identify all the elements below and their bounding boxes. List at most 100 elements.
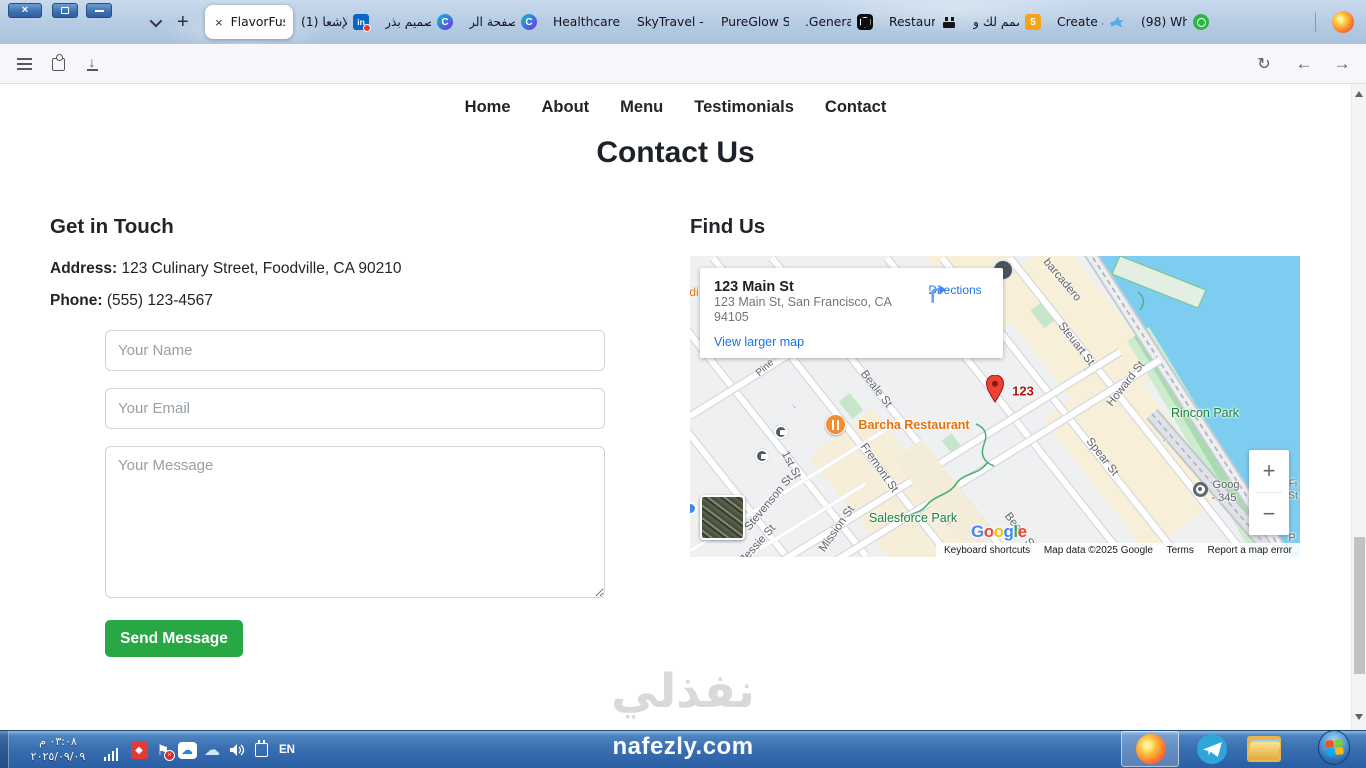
zoom-in-button[interactable]: + — [1249, 450, 1289, 492]
map-label: → — [1158, 432, 1174, 448]
tab-title: تصميم بذر — [385, 15, 431, 29]
map-label: Rincon Park — [1170, 406, 1240, 420]
browser-tab[interactable]: (98) Wha — [1133, 5, 1217, 39]
window-restore-button[interactable] — [52, 3, 78, 18]
map-embed[interactable]: barcadero Steuart St Howard St Rincon Park S… — [690, 256, 1300, 557]
browser-tab[interactable]: Healthcare C — [545, 5, 629, 39]
directions-fork-icon — [929, 284, 946, 303]
refresh-icon[interactable]: ↻ — [1252, 44, 1276, 84]
report-map-error-link[interactable]: Report a map error — [1208, 545, 1292, 556]
linkedin-favicon: in — [353, 14, 371, 32]
tab-strip-divider — [1315, 12, 1316, 32]
browser-tab[interactable]: .Generate — [797, 5, 881, 39]
name-input[interactable] — [105, 330, 605, 371]
terms-link[interactable]: Terms — [1167, 545, 1194, 556]
map-attribution-bar: Keyboard shortcuts Map data ©2025 Google… — [936, 543, 1300, 557]
map-card-address-line2: 94105 — [714, 310, 749, 324]
tab-title: Create a — [1057, 15, 1103, 29]
map-label: 123 — [1012, 383, 1034, 399]
map-label: di — [690, 285, 699, 299]
watermark-url: nafezly.com — [612, 733, 754, 760]
back-icon[interactable]: ← — [1292, 44, 1316, 84]
window-close-button[interactable]: × — [8, 3, 42, 18]
bird-favicon — [1109, 14, 1125, 30]
tab-title: FlavorFus — [230, 15, 285, 29]
khamsat-favicon: 5 — [1025, 14, 1041, 30]
poi-dot-icon[interactable] — [1193, 482, 1208, 497]
nav-contact[interactable]: Contact — [825, 98, 886, 117]
map-label: Howard St — [1104, 359, 1148, 409]
map-label: Barcha Restaurant — [858, 418, 970, 432]
browser-tab[interactable]: Restaura — [881, 5, 965, 39]
phone-label: Phone: — [50, 292, 103, 309]
nav-home[interactable]: Home — [465, 98, 511, 117]
site-nav: Home About Menu Testimonials Contact — [0, 98, 1351, 117]
phone-line: Phone: (555) 123-4567 — [50, 292, 213, 310]
directions-button[interactable]: Directions — [923, 280, 987, 303]
browser-tab[interactable]: PureGlow Ski — [713, 5, 797, 39]
get-in-touch-heading: Get in Touch — [50, 215, 174, 238]
page-scrollbar[interactable] — [1351, 84, 1366, 730]
browser-tab[interactable]: (1) الإشعا in — [293, 5, 377, 39]
browser-tab-active[interactable]: × FlavorFus — [205, 5, 293, 39]
map-label: Fi — [1288, 478, 1298, 490]
scrollbar-thumb[interactable] — [1354, 537, 1365, 674]
scroll-up-arrow[interactable] — [1355, 91, 1363, 97]
tab-list-chevron-icon[interactable] — [149, 14, 163, 27]
map-label: barcadero — [1040, 256, 1084, 304]
tab-title: أصمم لك و — [973, 15, 1019, 29]
transit-station-icon[interactable] — [755, 449, 769, 463]
nav-menu[interactable]: Menu — [620, 98, 663, 117]
map-label: Fremont St — [857, 441, 901, 495]
map-label: Steuart St — [1055, 320, 1097, 368]
tab-close-icon[interactable]: × — [213, 15, 225, 30]
keyboard-shortcuts-link[interactable]: Keyboard shortcuts — [944, 545, 1030, 556]
page-viewport: Home About Menu Testimonials Contact Con… — [0, 84, 1351, 730]
find-us-heading: Find Us — [690, 215, 766, 238]
map-label: Goog — [1212, 479, 1240, 491]
downloads-icon[interactable]: ↓ — [80, 44, 104, 84]
tab-title: SkyTravel - Ex — [637, 15, 705, 29]
menu-icon[interactable] — [12, 44, 36, 84]
extensions-icon[interactable] — [46, 44, 70, 84]
tab-strip: ×FlavorFus(1) الإشعاinتصميم بذرCالصفحة ا… — [205, 4, 1217, 40]
phone-value: (555) 123-4567 — [106, 292, 213, 309]
browser-tab[interactable]: أصمم لك و 5 — [965, 5, 1049, 39]
transit-station-icon[interactable] — [774, 425, 788, 439]
openai-favicon — [857, 14, 873, 30]
map-pin-icon[interactable] — [986, 375, 1004, 403]
nav-testimonials[interactable]: Testimonials — [694, 98, 794, 117]
browser-tab[interactable]: Create a — [1049, 5, 1133, 39]
message-textarea[interactable] — [105, 446, 605, 598]
browser-toolbar: ↓ ☆ file:///C:/Users/l221/Desktop/restau… — [0, 44, 1366, 124]
screen: × + ×FlavorFus(1) الإشعاinتصميم بذرCالصف… — [0, 0, 1366, 768]
forward-icon[interactable]: → — [1330, 44, 1354, 84]
tab-title: (1) الإشعا — [301, 15, 347, 29]
satellite-view-toggle[interactable] — [700, 495, 745, 540]
tab-title: PureGlow Ski — [721, 15, 789, 29]
send-message-button[interactable]: Send Message — [105, 620, 243, 657]
restaurant-poi-icon[interactable] — [825, 414, 846, 435]
view-larger-map-link[interactable]: View larger map — [714, 335, 804, 349]
canva-favicon: C — [437, 14, 453, 30]
watermark-arabic: نفذلي — [611, 664, 755, 719]
address-value: 123 Culinary Street, Foodville, CA 90210 — [121, 260, 402, 277]
window-minimize-button[interactable] — [86, 3, 112, 18]
firefox-logo-icon[interactable] — [1332, 11, 1354, 33]
browser-tab[interactable]: الصفحة الر C — [461, 5, 545, 39]
tab-title: .Generate — [805, 15, 851, 29]
google-logo[interactable]: Google — [971, 522, 1027, 542]
browser-tab-bar: × + ×FlavorFus(1) الإشعاinتصميم بذرCالصف… — [0, 0, 1366, 44]
zoom-out-button[interactable]: − — [1249, 493, 1289, 535]
new-tab-button[interactable]: + — [173, 12, 193, 32]
blackapp-favicon — [941, 14, 957, 30]
email-input[interactable] — [105, 388, 605, 429]
canva-favicon: C — [521, 14, 537, 30]
tab-title: Healthcare C — [553, 15, 621, 29]
tab-title: الصفحة الر — [469, 15, 515, 29]
browser-tab[interactable]: SkyTravel - Ex — [629, 5, 713, 39]
map-label: St — [1288, 490, 1298, 502]
map-label: Mission St — [816, 503, 858, 555]
nav-about[interactable]: About — [542, 98, 590, 117]
browser-tab[interactable]: تصميم بذر C — [377, 5, 461, 39]
